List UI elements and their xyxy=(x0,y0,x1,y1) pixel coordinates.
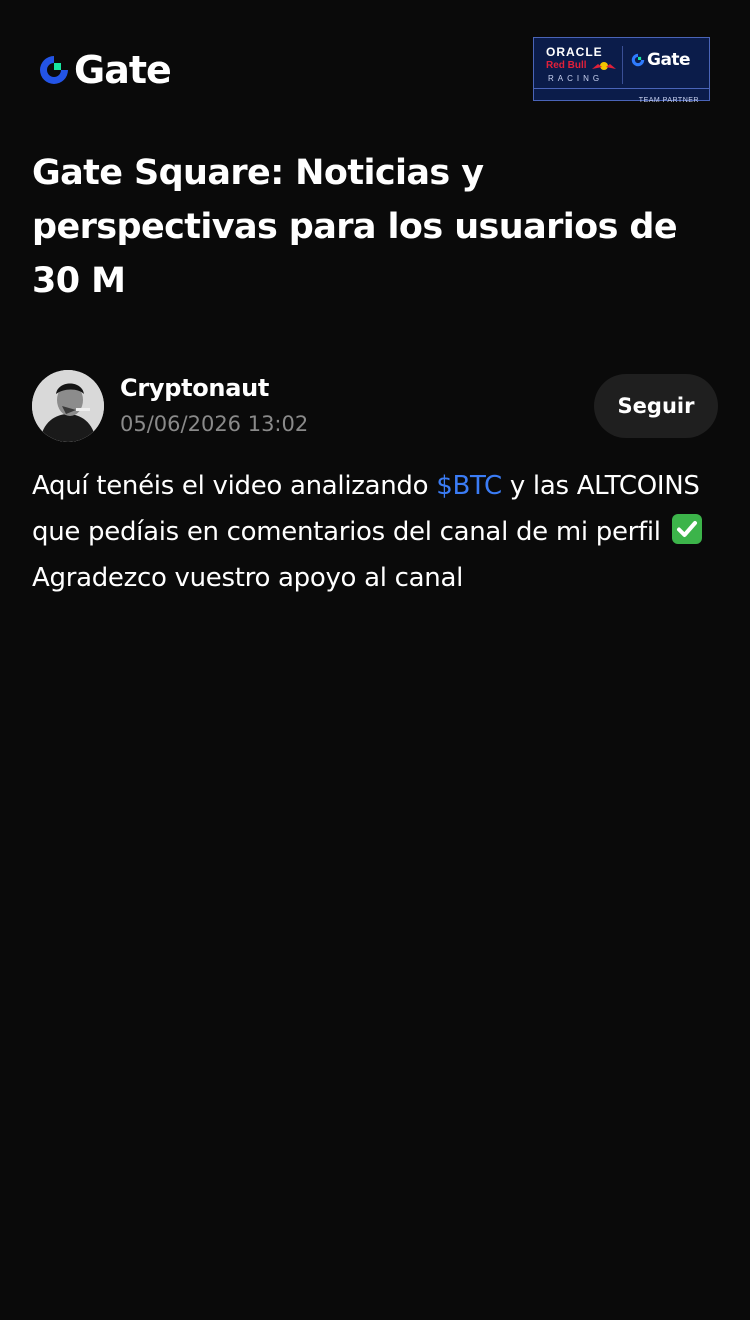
gate-logo-icon xyxy=(40,56,68,84)
btc-ticker-link[interactable]: $BTC xyxy=(436,471,502,501)
oracle-red-bull-racing-logo: ORACLE Red Bull RACING xyxy=(540,42,626,88)
check-mark-button-icon xyxy=(671,514,702,544)
follow-button[interactable]: Seguir xyxy=(594,374,718,438)
gate-logo-icon xyxy=(631,53,645,67)
post-timestamp: 05/06/2026 13:02 xyxy=(120,412,309,436)
post-author-row: Cryptonaut 05/06/2026 13:02 Seguir xyxy=(32,370,718,442)
red-bull-text: Red Bull xyxy=(546,60,587,71)
author-name[interactable]: Cryptonaut xyxy=(120,374,269,402)
racing-text: RACING xyxy=(548,74,604,83)
post-text-part1: Aquí tenéis el video analizando xyxy=(32,471,437,501)
partner-gate-text: Gate xyxy=(647,50,691,70)
post-body: Aquí tenéis el video analizando $BTC y l… xyxy=(32,463,722,601)
gate-logo[interactable]: Gate xyxy=(36,48,172,92)
avatar-image xyxy=(32,370,104,442)
team-partner-badge[interactable]: ORACLE Red Bull RACING Gate TEAM PARTNER xyxy=(533,37,710,104)
logo-text: Gate xyxy=(74,48,172,92)
partner-gate-logo: Gate xyxy=(630,50,691,70)
team-partner-text: TEAM PARTNER xyxy=(638,97,699,104)
partner-divider xyxy=(622,46,623,84)
partner-footer: TEAM PARTNER xyxy=(534,88,709,104)
header: Gate ORACLE Red Bull RACING Gate TEAM PA… xyxy=(0,0,750,130)
oracle-text: ORACLE xyxy=(546,45,603,59)
page-title: Gate Square: Noticias y perspectivas par… xyxy=(32,153,678,301)
avatar[interactable] xyxy=(32,370,104,442)
post-text-part3: Agradezco vuestro apoyo al canal xyxy=(32,563,464,593)
red-bull-icon xyxy=(592,62,616,70)
